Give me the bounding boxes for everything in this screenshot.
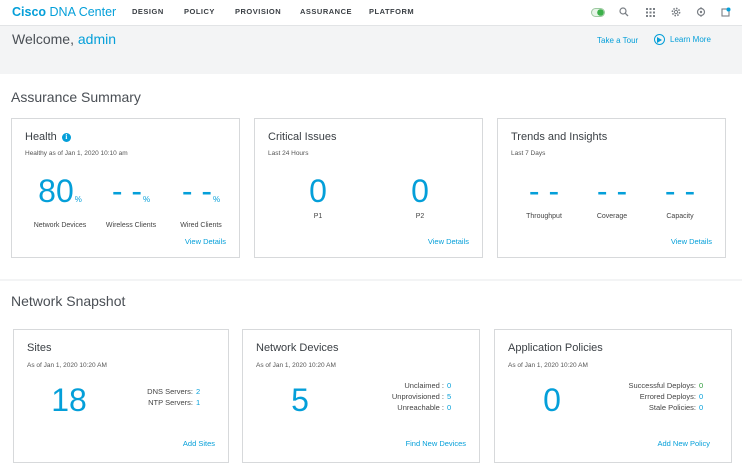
metric-coverage[interactable]: - - Coverage [579, 175, 645, 220]
top-navbar: Cisco DNA Center DESIGN POLICY PROVISION… [0, 0, 742, 26]
info-icon[interactable]: i [61, 132, 71, 142]
application-policies-subtitle: As of Jan 1, 2020 10:20 AM [508, 362, 588, 369]
sites-card: Sites As of Jan 1, 2020 10:20 AM 18 DNS … [13, 329, 229, 463]
take-a-tour-link[interactable]: Take a Tour [597, 36, 638, 45]
critical-issues-title: Critical Issues [268, 131, 337, 143]
network-devices-title: Network Devices [256, 342, 339, 354]
trends-subtitle: Last 7 Days [511, 150, 546, 157]
assurance-summary-title: Assurance Summary [11, 89, 141, 105]
learn-more-label: Learn More [670, 35, 711, 44]
sites-subtitle: As of Jan 1, 2020 10:20 AM [27, 362, 107, 369]
metric-p2[interactable]: 0 P2 [385, 175, 455, 220]
unprovisioned-row[interactable]: Unprovisioned :5 [392, 391, 457, 402]
nav-policy[interactable]: POLICY [184, 7, 215, 16]
devices-details: Unclaimed :0 Unprovisioned :5 Unreachabl… [392, 380, 457, 413]
apps-grid-icon[interactable] [643, 5, 657, 19]
policies-details: Successful Deploys: 0 Errored Deploys: 0 S… [628, 380, 709, 413]
gear-icon[interactable] [669, 5, 683, 19]
nav-design[interactable]: DESIGN [132, 7, 164, 16]
stale-policies-row[interactable]: Stale Policies: 0 [628, 402, 709, 413]
toggle-icon[interactable] [591, 5, 605, 19]
network-snapshot-title: Network Snapshot [11, 293, 126, 309]
ntp-servers-row[interactable]: NTP Servers: 1 [147, 397, 206, 408]
metric-wireless-clients[interactable]: - -% Wireless Clients [96, 175, 166, 229]
notifications-icon[interactable] [719, 5, 733, 19]
metric-wired-clients[interactable]: - -% Wired Clients [166, 175, 236, 229]
sites-title: Sites [27, 342, 52, 354]
policies-count[interactable]: 0 [517, 384, 587, 416]
welcome-username[interactable]: admin [78, 31, 116, 47]
health-title: Health i [25, 131, 71, 143]
add-sites-link[interactable]: Add Sites [183, 439, 215, 448]
settings-icon[interactable] [694, 5, 708, 19]
network-devices-card: Network Devices As of Jan 1, 2020 10:20 … [242, 329, 480, 463]
metric-throughput[interactable]: - - Throughput [511, 175, 577, 220]
trends-title: Trends and Insights [511, 131, 608, 143]
trends-view-details-link[interactable]: View Details [671, 237, 712, 246]
health-card: Health i Healthy as of Jan 1, 2020 10:10 … [11, 118, 240, 258]
unclaimed-row[interactable]: Unclaimed :0 [392, 380, 457, 391]
dns-servers-row[interactable]: DNS Servers: 2 [147, 386, 206, 397]
metric-p1[interactable]: 0 P1 [283, 175, 353, 220]
application-policies-card: Application Policies As of Jan 1, 2020 1… [494, 329, 732, 463]
sites-count[interactable]: 18 [34, 384, 104, 416]
find-new-devices-link[interactable]: Find New Devices [406, 439, 466, 448]
metric-capacity[interactable]: - - Capacity [647, 175, 713, 220]
application-policies-title: Application Policies [508, 342, 603, 354]
unreachable-row[interactable]: Unreachable :0 [392, 402, 457, 413]
add-new-policy-link[interactable]: Add New Policy [657, 439, 710, 448]
nav-platform[interactable]: PLATFORM [369, 7, 414, 16]
play-icon [654, 34, 665, 45]
search-icon[interactable] [617, 5, 631, 19]
critical-issues-card: Critical Issues Last 24 Hours 0 P1 0 P2 … [254, 118, 483, 258]
nav-assurance[interactable]: ASSURANCE [300, 7, 352, 16]
app-logo[interactable]: Cisco DNA Center [12, 5, 116, 19]
metric-network-devices[interactable]: 80% Network Devices [24, 175, 96, 229]
health-view-details-link[interactable]: View Details [185, 237, 226, 246]
learn-more-link[interactable]: Learn More [654, 34, 711, 45]
health-subtitle: Healthy as of Jan 1, 2020 10:10 am [25, 150, 128, 157]
critical-issues-subtitle: Last 24 Hours [268, 150, 309, 157]
trends-card: Trends and Insights Last 7 Days - - Thro… [497, 118, 726, 258]
successful-deploys-row[interactable]: Successful Deploys: 0 [628, 380, 709, 391]
welcome-message: Welcome, admin [12, 31, 117, 47]
network-devices-subtitle: As of Jan 1, 2020 10:20 AM [256, 362, 336, 369]
devices-count[interactable]: 5 [265, 384, 335, 416]
errored-deploys-row[interactable]: Errored Deploys: 0 [628, 391, 709, 402]
nav-provision[interactable]: PROVISION [235, 7, 281, 16]
sites-details: DNS Servers: 2 NTP Servers: 1 [147, 386, 206, 408]
issues-view-details-link[interactable]: View Details [428, 237, 469, 246]
